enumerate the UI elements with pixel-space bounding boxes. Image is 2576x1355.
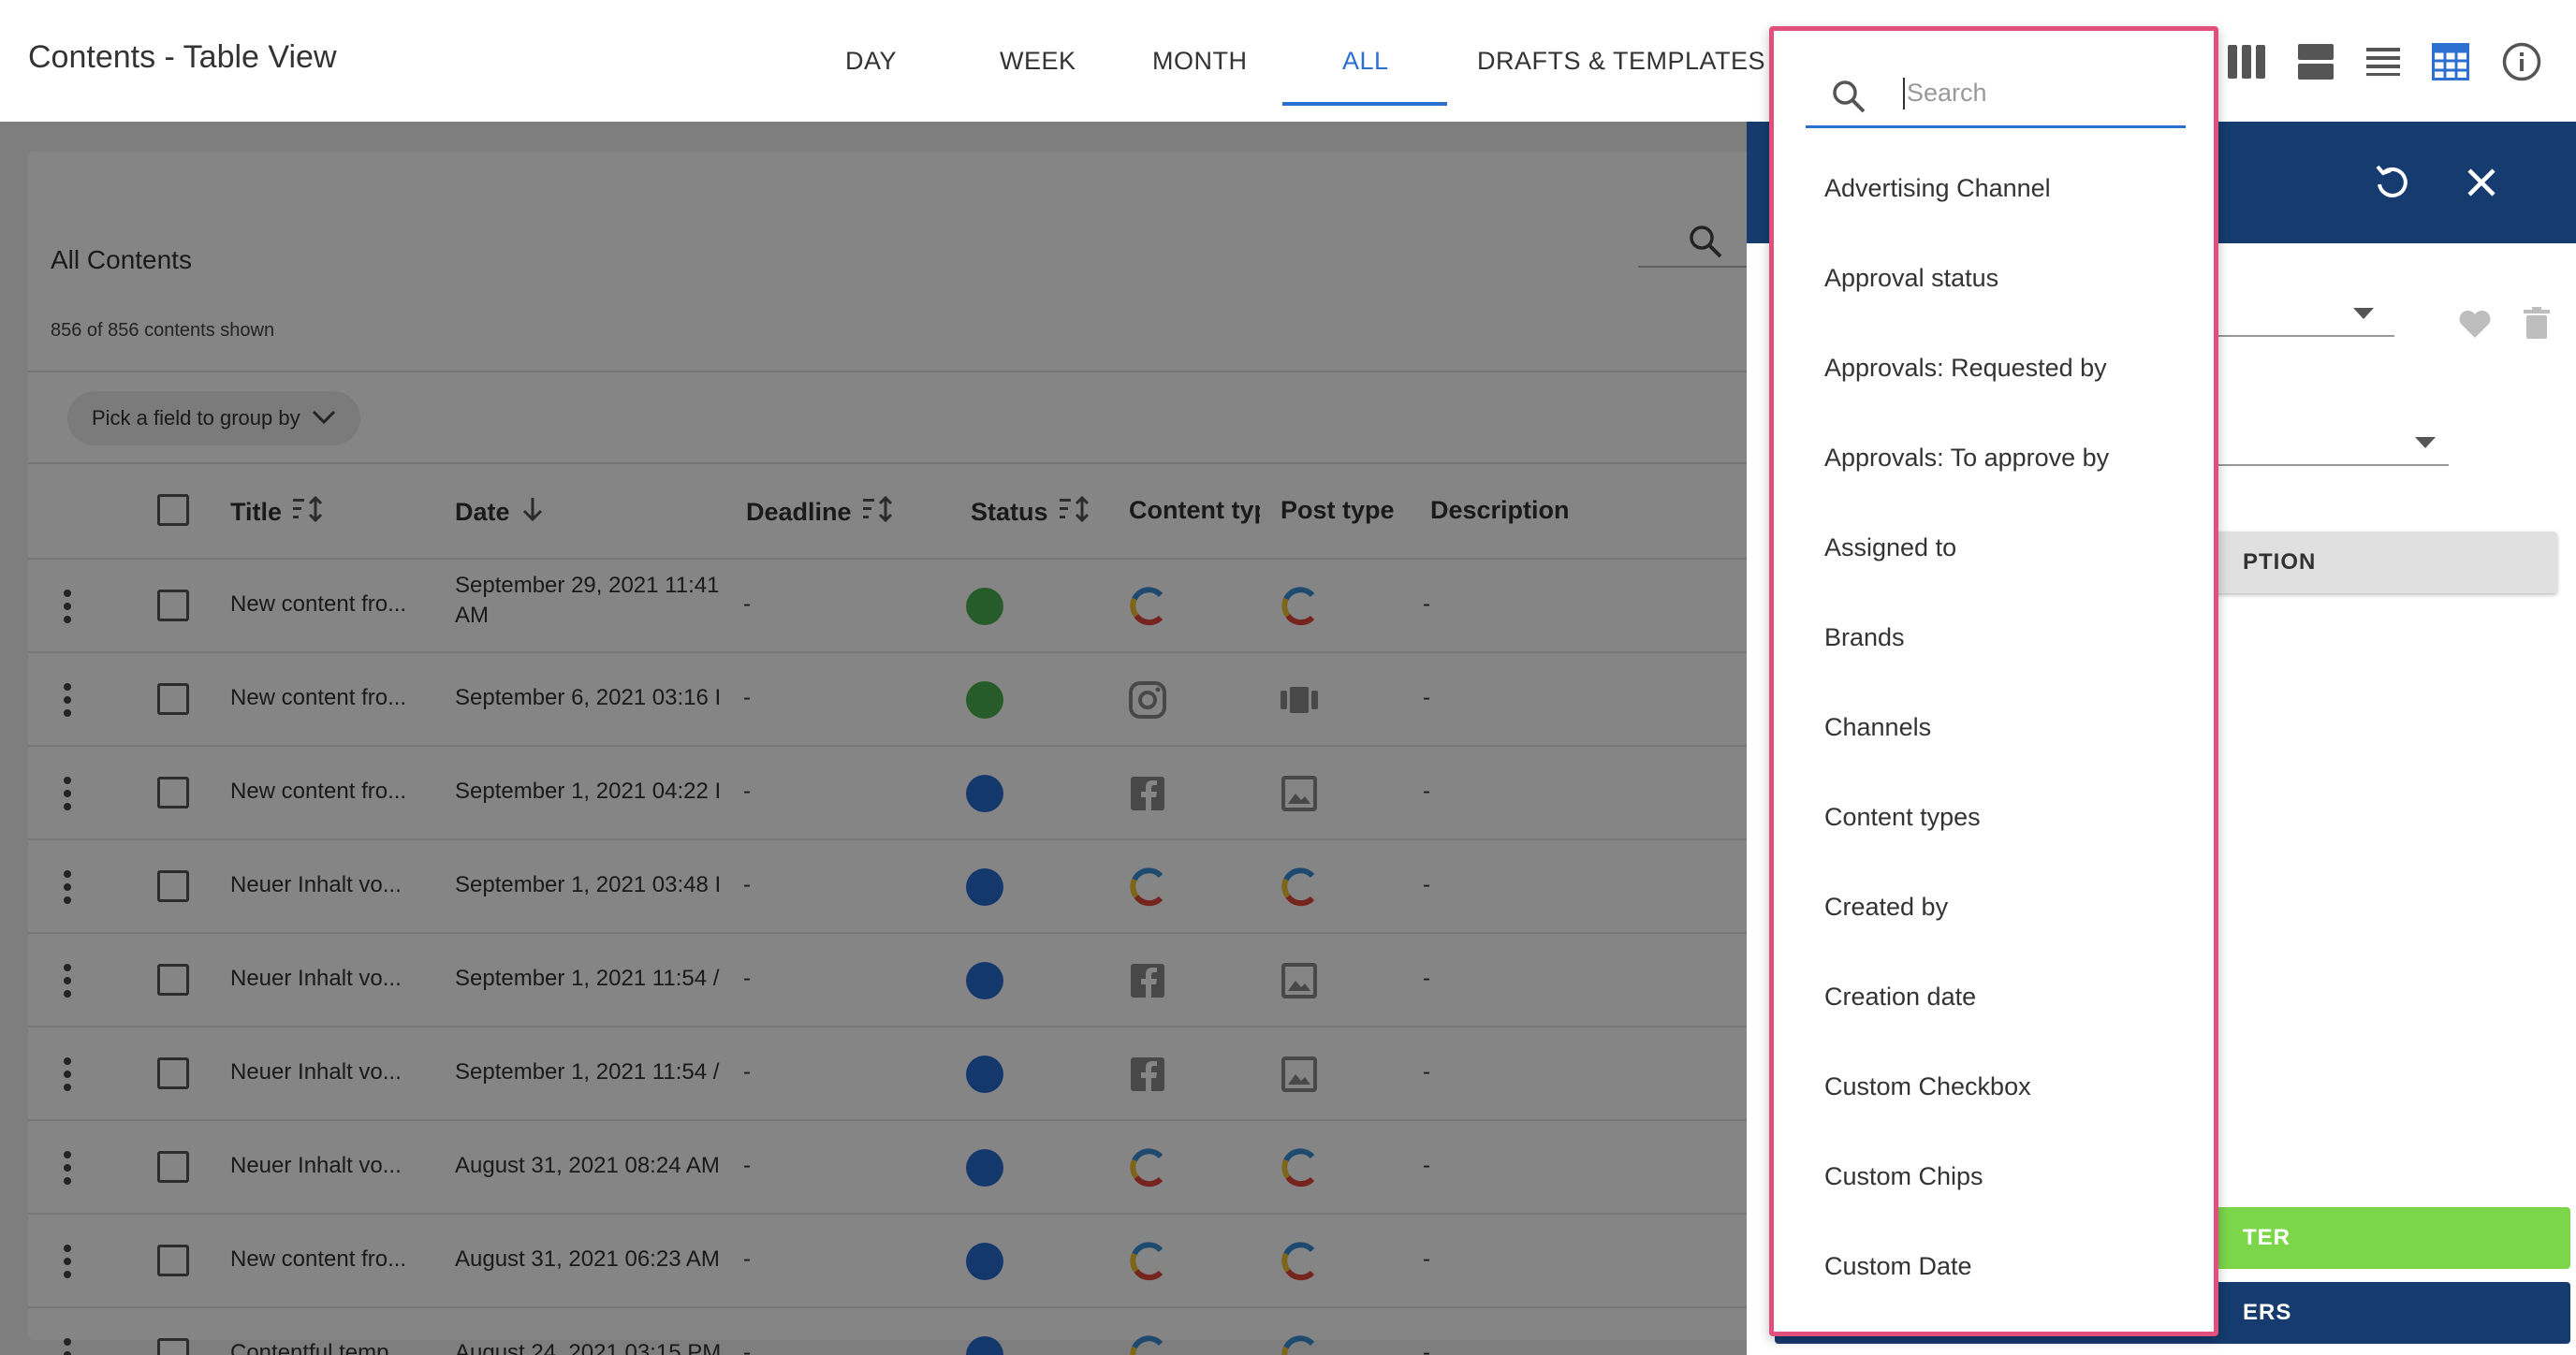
dropdown-search[interactable]: [1806, 55, 2186, 128]
modal-backdrop[interactable]: [0, 122, 1747, 1355]
table-view-icon[interactable]: [2430, 41, 2471, 82]
tab-drafts-templates[interactable]: DRAFTS & TEMPLATES: [1477, 47, 1765, 76]
dropdown-option[interactable]: Assigned to: [1774, 503, 2214, 592]
info-icon[interactable]: [2501, 41, 2542, 82]
columns-view-icon[interactable]: [2226, 41, 2267, 82]
heart-icon[interactable]: [2458, 309, 2492, 343]
list-view-icon[interactable]: [2363, 41, 2404, 82]
dropdown-option[interactable]: Content types: [1774, 772, 2214, 862]
reset-icon[interactable]: [2368, 159, 2415, 206]
dropdown-options-list: Advertising Channel Approval status Approv…: [1774, 143, 2214, 1332]
tab-all[interactable]: ALL: [1342, 47, 1389, 76]
dropdown-arrow-icon: [2415, 436, 2436, 453]
text-cursor: [1903, 78, 1905, 109]
field-select-dropdown: Advertising ChannelApproval statusApprov…: [1769, 26, 2218, 1336]
dropdown-search-input[interactable]: [1907, 72, 2178, 113]
search-icon: [1830, 78, 1867, 120]
dropdown-option[interactable]: Creation date: [1774, 952, 2214, 1042]
dropdown-option[interactable]: Channels: [1774, 682, 2214, 772]
dropdown-option[interactable]: Advertising Channel: [1774, 143, 2214, 233]
filter-field-select[interactable]: [2187, 419, 2449, 466]
dropdown-option[interactable]: Created by: [1774, 862, 2214, 952]
tab-week[interactable]: WEEK: [1000, 47, 1076, 76]
tab-day[interactable]: DAY: [845, 47, 897, 76]
dropdown-option[interactable]: Custom Dropdown: [1774, 1311, 2214, 1332]
dropdown-arrow-icon: [2353, 307, 2374, 324]
dropdown-option[interactable]: Custom Chips: [1774, 1131, 2214, 1221]
dropdown-option[interactable]: Approvals: Requested by: [1774, 323, 2214, 413]
dropdown-option[interactable]: Brands: [1774, 592, 2214, 682]
dropdown-option[interactable]: Custom Checkbox: [1774, 1042, 2214, 1131]
rows-view-icon[interactable]: [2295, 41, 2336, 82]
dropdown-option[interactable]: Approval status: [1774, 233, 2214, 323]
dropdown-option[interactable]: Custom Date: [1774, 1221, 2214, 1311]
tab-month[interactable]: MONTH: [1152, 47, 1247, 76]
page-title: Contents - Table View: [28, 39, 337, 75]
close-icon[interactable]: [2458, 159, 2505, 206]
active-tab-indicator: [1282, 102, 1447, 106]
delete-icon[interactable]: [2524, 307, 2550, 343]
dropdown-option[interactable]: Approvals: To approve by: [1774, 413, 2214, 503]
